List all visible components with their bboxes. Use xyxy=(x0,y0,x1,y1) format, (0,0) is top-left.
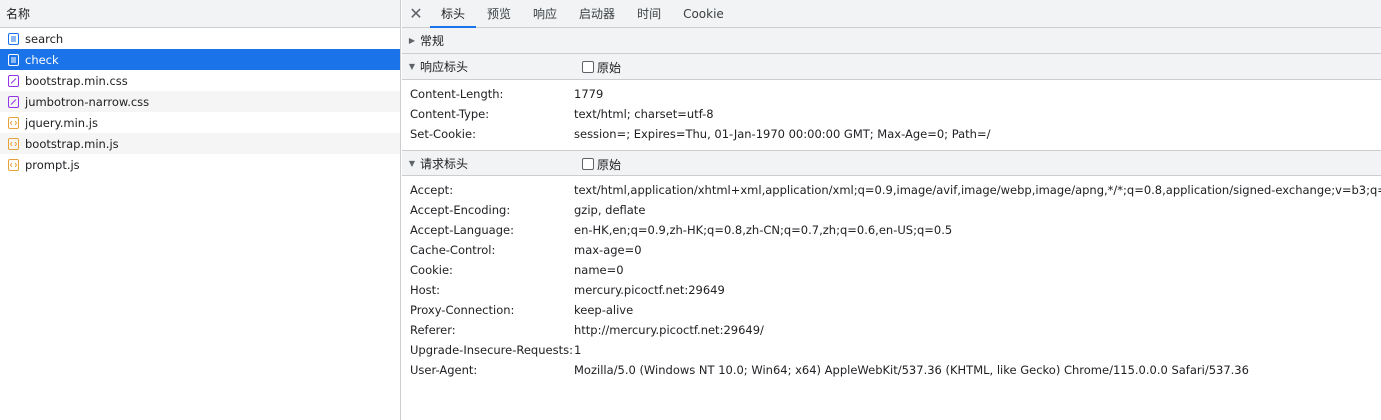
header-value: text/html; charset=utf-8 xyxy=(574,107,714,121)
header-name: User-Agent: xyxy=(410,363,478,377)
request-row-jquery-js[interactable]: jquery.min.js xyxy=(0,112,400,133)
header-value: gzip, deflate xyxy=(574,203,646,217)
request-row-check[interactable]: check xyxy=(0,49,400,70)
header-name: Content-Length: xyxy=(410,87,504,101)
header-row: Set-Cookie: session=; Expires=Thu, 01-Jan… xyxy=(402,124,1381,144)
raw-checkbox[interactable] xyxy=(582,158,594,170)
request-row-search[interactable]: search xyxy=(0,28,400,49)
request-row-bootstrap-js[interactable]: bootstrap.min.js xyxy=(0,133,400,154)
header-name: Referer: xyxy=(410,323,456,337)
tab-headers[interactable]: 标头 xyxy=(430,0,477,28)
raw-label: 原始 xyxy=(597,60,622,75)
header-value: Mozilla/5.0 (Windows NT 10.0; Win64; x64… xyxy=(574,363,1249,377)
header-name: Accept-Encoding: xyxy=(410,203,511,217)
script-icon xyxy=(8,137,19,150)
request-headers-section-header[interactable]: ▼ 请求标头 原始 xyxy=(402,150,1381,176)
header-row: Accept-Encoding: gzip, deflate xyxy=(402,200,1381,220)
header-row: User-Agent: Mozilla/5.0 (Windows NT 10.0;… xyxy=(402,360,1381,380)
header-value: name=0 xyxy=(574,263,624,277)
request-row-jumbotron-css[interactable]: jumbotron-narrow.css xyxy=(0,91,400,112)
request-list-panel: 名称 search check bootstrap.min.css jumbot… xyxy=(0,0,401,420)
request-row-prompt-js[interactable]: prompt.js xyxy=(0,154,400,175)
header-value: max-age=0 xyxy=(574,243,642,257)
header-row: Accept-Language: en-HK,en;q=0.9,zh-HK;q=0… xyxy=(402,220,1381,240)
header-row: Content-Type: text/html; charset=utf-8 xyxy=(402,104,1381,124)
header-name: Accept: xyxy=(410,183,454,197)
request-name: bootstrap.min.css xyxy=(25,73,128,88)
request-name: prompt.js xyxy=(25,157,80,172)
header-row: Content-Length: 1779 xyxy=(402,84,1381,104)
general-section-header[interactable]: ▶ 常规 xyxy=(402,28,1381,54)
raw-label: 原始 xyxy=(597,157,622,172)
tab-response[interactable]: 响应 xyxy=(522,0,568,27)
section-title: 响应标头 xyxy=(420,60,469,74)
tab-preview[interactable]: 预览 xyxy=(476,0,522,27)
raw-checkbox[interactable] xyxy=(582,61,594,73)
request-name: check xyxy=(25,52,59,67)
section-title: 请求标头 xyxy=(420,156,469,171)
document-icon xyxy=(8,32,19,45)
header-value: session=; Expires=Thu, 01-Jan-1970 00:00… xyxy=(574,127,991,141)
request-row-bootstrap-css[interactable]: bootstrap.min.css xyxy=(0,70,400,91)
header-row: Cache-Control: max-age=0 xyxy=(402,240,1381,260)
header-row: Upgrade-Insecure-Requests: 1 xyxy=(402,340,1381,360)
header-row: Proxy-Connection: keep-alive xyxy=(402,300,1381,320)
header-value: keep-alive xyxy=(574,303,634,317)
collapse-triangle-icon: ▼ xyxy=(408,158,416,168)
tab-initiator[interactable]: 启动器 xyxy=(568,0,626,27)
header-row: Referer: http://mercury.picoctf.net:29649… xyxy=(402,320,1381,340)
request-name: bootstrap.min.js xyxy=(25,136,119,151)
header-name: Upgrade-Insecure-Requests: xyxy=(410,343,573,357)
script-icon xyxy=(8,116,19,129)
header-value: mercury.picoctf.net:29649 xyxy=(574,283,725,297)
name-column-header[interactable]: 名称 xyxy=(0,0,400,28)
request-name: search xyxy=(25,31,64,46)
header-name: Content-Type: xyxy=(410,107,490,121)
expand-triangle-icon: ▶ xyxy=(408,36,416,45)
stylesheet-icon xyxy=(8,95,19,108)
raw-toggle[interactable]: 原始 xyxy=(582,151,621,177)
request-name: jquery.min.js xyxy=(25,115,98,130)
response-headers-list: Content-Length: 1779 Content-Type: text/ht… xyxy=(402,80,1381,150)
header-name: Proxy-Connection: xyxy=(410,303,515,317)
header-name: Accept-Language: xyxy=(410,223,514,237)
header-value: 1779 xyxy=(574,87,604,101)
tab-cookies[interactable]: Cookie xyxy=(672,0,735,27)
section-title: 常规 xyxy=(420,34,445,48)
header-value: 1 xyxy=(574,343,582,357)
script-icon xyxy=(8,158,19,171)
request-detail-panel: ✕ 标头 预览 响应 启动器 时间 Cookie ▶ 常规 ▼ 响应标头 原始 … xyxy=(402,0,1381,420)
collapse-triangle-icon: ▼ xyxy=(408,62,416,71)
header-row: Accept: text/html,application/xhtml+xml,a… xyxy=(402,180,1381,200)
response-headers-section-header[interactable]: ▼ 响应标头 原始 xyxy=(402,54,1381,80)
close-icon[interactable]: ✕ xyxy=(402,0,430,27)
detail-tabbar: ✕ 标头 预览 响应 启动器 时间 Cookie xyxy=(402,0,1381,28)
header-value: http://mercury.picoctf.net:29649/ xyxy=(574,323,764,337)
stylesheet-icon xyxy=(8,74,19,87)
raw-toggle[interactable]: 原始 xyxy=(582,54,621,80)
request-headers-list: Accept: text/html,application/xhtml+xml,a… xyxy=(402,176,1381,386)
header-value: text/html,application/xhtml+xml,applicat… xyxy=(574,183,1381,197)
document-icon xyxy=(8,53,19,66)
header-name: Set-Cookie: xyxy=(410,127,476,141)
header-name: Host: xyxy=(410,283,441,297)
tab-timing[interactable]: 时间 xyxy=(626,0,672,27)
request-name: jumbotron-narrow.css xyxy=(25,94,150,109)
header-name: Cookie: xyxy=(410,263,453,277)
header-row: Host: mercury.picoctf.net:29649 xyxy=(402,280,1381,300)
header-name: Cache-Control: xyxy=(410,243,496,257)
header-value: en-HK,en;q=0.9,zh-HK;q=0.8,zh-CN;q=0.7,z… xyxy=(574,223,953,237)
header-row: Cookie: name=0 xyxy=(402,260,1381,280)
